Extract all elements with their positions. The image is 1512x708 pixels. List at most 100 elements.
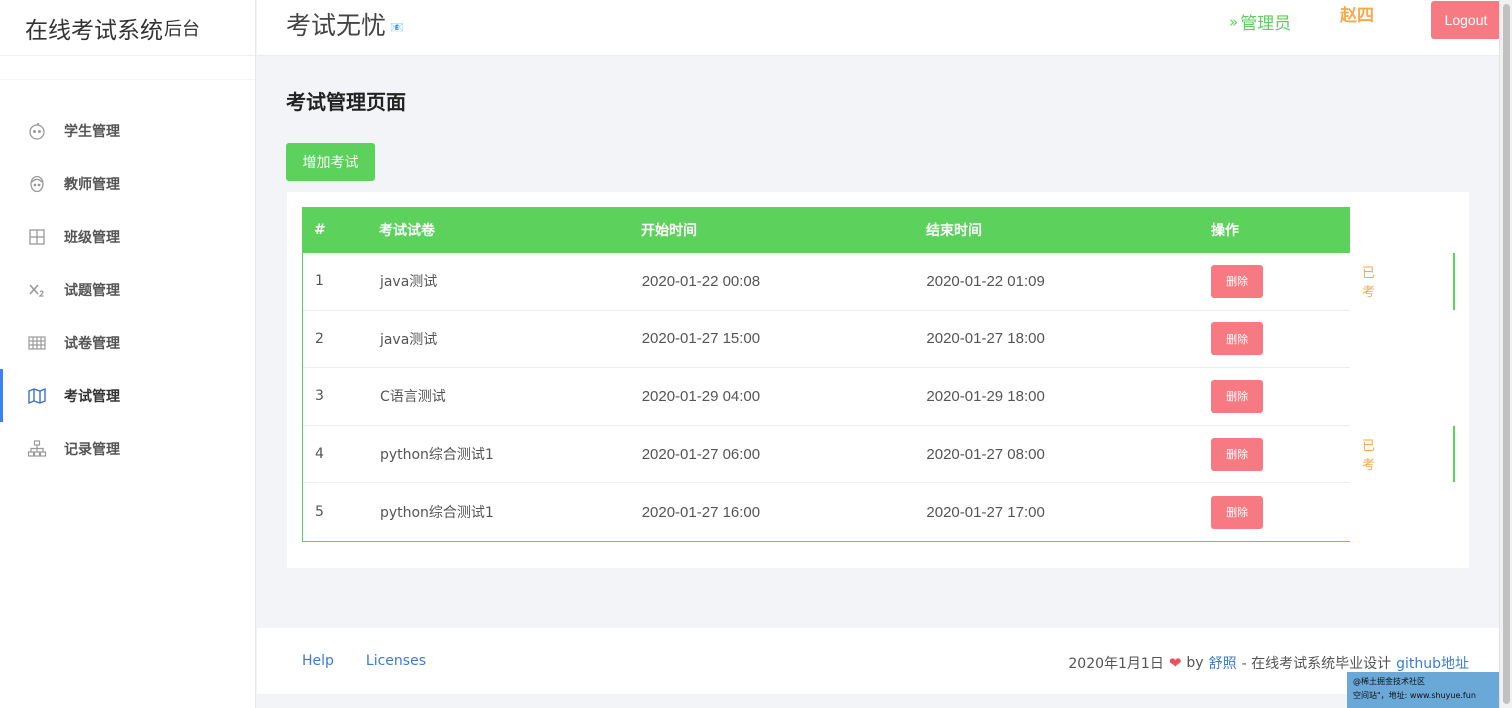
watermark: @稀土掘金技术社区 空间站"，地址: www.shuyue.fun bbox=[1347, 672, 1499, 708]
main-content: 考试管理页面 增加考试 # 考试试卷 开始时间 结束时间 操作 1 java测试… bbox=[257, 56, 1499, 708]
github-link[interactable]: github地址 bbox=[1396, 653, 1469, 673]
cell-actions: 删除 bbox=[1211, 264, 1350, 298]
footer-date: 2020年1月1日 bbox=[1068, 656, 1164, 672]
watermark-line1: @稀土掘金技术社区 bbox=[1353, 677, 1425, 686]
table-row: 4 python综合测试1 2020-01-27 06:00 2020-01-2… bbox=[303, 425, 1455, 484]
face-icon bbox=[26, 173, 48, 195]
header-end: 结束时间 bbox=[926, 223, 982, 239]
cell-paper: python综合测试1 bbox=[379, 447, 494, 464]
sidebar: 在线考试系统 后台 学生管理 教师管理 班级管理 试题管理 试卷管理 考试管理 … bbox=[0, 0, 256, 708]
cell-actions: 删除 bbox=[1211, 437, 1350, 471]
cell-end: 2020-01-27 08:00 bbox=[926, 445, 1045, 463]
map-icon bbox=[26, 385, 48, 407]
cell-paper: C语言测试 bbox=[379, 389, 446, 406]
role-icon: » bbox=[1229, 12, 1239, 31]
scrollbar[interactable] bbox=[1499, 0, 1512, 708]
cell-end: 2020-01-29 18:00 bbox=[926, 387, 1045, 405]
grid-icon bbox=[26, 226, 48, 248]
site-title[interactable]: 考试无忧 📧 bbox=[286, 6, 404, 42]
cell-actions: 删除 bbox=[1211, 495, 1350, 529]
cell-end: 2020-01-27 18:00 bbox=[926, 330, 1045, 348]
footer-links: Help Licenses bbox=[302, 653, 426, 669]
watermark-line2: 空间站"，地址: www.shuyue.fun bbox=[1353, 691, 1476, 700]
table-row: 2 java测试 2020-01-27 15:00 2020-01-27 18:… bbox=[303, 311, 1350, 369]
author-link[interactable]: 舒照 bbox=[1209, 653, 1237, 673]
sidebar-item-exams[interactable]: 考试管理 bbox=[0, 369, 255, 422]
scrollbar-thumb[interactable] bbox=[1503, 4, 1510, 704]
delete-button[interactable]: 删除 bbox=[1211, 379, 1264, 413]
add-exam-button[interactable]: 增加考试 bbox=[286, 143, 375, 181]
cell-paper: java测试 bbox=[379, 274, 438, 291]
sidebar-item-label: 记录管理 bbox=[64, 441, 120, 458]
role-label[interactable]: » 管理员 bbox=[1229, 9, 1292, 35]
sidebar-item-records[interactable]: 记录管理 bbox=[0, 422, 255, 475]
status-badge: 已考 bbox=[1362, 266, 1376, 301]
sidebar-item-teachers[interactable]: 教师管理 bbox=[0, 157, 255, 210]
username: 赵四 bbox=[1340, 6, 1374, 26]
site-title-text: 考试无忧 bbox=[286, 11, 387, 40]
top-header: 考试无忧 📧 » 管理员 赵四 Logout bbox=[257, 0, 1512, 56]
sidebar-item-label: 教师管理 bbox=[64, 176, 120, 193]
licenses-link[interactable]: Licenses bbox=[366, 653, 426, 669]
sidebar-item-papers[interactable]: 试卷管理 bbox=[0, 316, 255, 369]
brand-title: 在线考试系统 bbox=[25, 17, 163, 44]
sidebar-item-label: 学生管理 bbox=[64, 123, 120, 140]
delete-button[interactable]: 删除 bbox=[1211, 495, 1264, 529]
sidebar-item-questions[interactable]: 试题管理 bbox=[0, 263, 255, 316]
table-row: 3 C语言测试 2020-01-29 04:00 2020-01-29 18:0… bbox=[303, 368, 1350, 426]
cell-start: 2020-01-27 15:00 bbox=[641, 330, 761, 348]
exam-table-card: # 考试试卷 开始时间 结束时间 操作 1 java测试 2020-01-22 … bbox=[287, 192, 1469, 568]
subscript-icon bbox=[26, 279, 48, 301]
cell-actions: 删除 bbox=[1211, 379, 1350, 413]
cell-start: 2020-01-22 00:08 bbox=[641, 272, 761, 290]
footer: Help Licenses 2020年1月1日 ❤ by 舒照 - 在线考试系统… bbox=[257, 628, 1499, 694]
table-row: 5 python综合测试1 2020-01-27 16:00 2020-01-2… bbox=[303, 483, 1350, 541]
cell-paper: python综合测试1 bbox=[379, 505, 494, 522]
brand-subtitle: 后台 bbox=[164, 18, 200, 40]
table-row: 1 java测试 2020-01-22 00:08 2020-01-22 01:… bbox=[303, 253, 1455, 311]
table-header: # 考试试卷 开始时间 结束时间 操作 bbox=[302, 207, 1350, 253]
heart-icon: ❤ bbox=[1168, 654, 1182, 672]
cell-end: 2020-01-27 17:00 bbox=[926, 503, 1045, 521]
header-actions: 操作 bbox=[1211, 223, 1239, 239]
delete-button[interactable]: 删除 bbox=[1211, 437, 1264, 471]
page-title: 考试管理页面 bbox=[286, 90, 406, 114]
sidebar-item-label: 班级管理 bbox=[64, 229, 120, 246]
cell-num: 3 bbox=[315, 388, 324, 405]
help-link[interactable]: Help bbox=[302, 653, 334, 669]
brand: 在线考试系统 后台 bbox=[0, 0, 255, 56]
cell-start: 2020-01-27 16:00 bbox=[641, 503, 761, 521]
mail-icon: 📧 bbox=[390, 20, 404, 34]
footer-credit: 2020年1月1日 ❤ by 舒照 - 在线考试系统毕业设计 github地址 bbox=[1068, 653, 1469, 673]
cell-paper: java测试 bbox=[379, 331, 438, 348]
delete-button[interactable]: 删除 bbox=[1211, 322, 1264, 356]
sidebar-item-students[interactable]: 学生管理 bbox=[0, 104, 255, 157]
sidebar-menu: 学生管理 教师管理 班级管理 试题管理 试卷管理 考试管理 记录管理 bbox=[0, 104, 255, 475]
header-start: 开始时间 bbox=[641, 223, 697, 239]
sidebar-item-label: 试卷管理 bbox=[64, 335, 120, 352]
sidebar-item-label: 试题管理 bbox=[64, 282, 120, 299]
sidebar-item-label: 考试管理 bbox=[64, 388, 120, 405]
cell-end: 2020-01-22 01:09 bbox=[926, 272, 1045, 290]
cell-num: 4 bbox=[315, 446, 324, 463]
sitemap-icon bbox=[26, 438, 48, 460]
logout-button[interactable]: Logout bbox=[1431, 1, 1501, 39]
header-num: # bbox=[314, 222, 326, 238]
cell-actions: 删除 bbox=[1211, 322, 1350, 356]
cell-start: 2020-01-27 06:00 bbox=[641, 445, 761, 463]
role-text: 管理员 bbox=[1240, 14, 1292, 34]
delete-button[interactable]: 删除 bbox=[1211, 264, 1264, 298]
table-icon bbox=[26, 332, 48, 354]
baby-face-icon bbox=[26, 120, 48, 142]
sidebar-divider bbox=[0, 56, 255, 80]
exam-table: # 考试试卷 开始时间 结束时间 操作 1 java测试 2020-01-22 … bbox=[302, 207, 1455, 542]
cell-num: 5 bbox=[315, 504, 324, 521]
cell-num: 2 bbox=[315, 330, 324, 347]
footer-by: by bbox=[1186, 655, 1204, 671]
cell-num: 1 bbox=[315, 273, 324, 290]
status-badge: 已考 bbox=[1362, 439, 1376, 474]
cell-start: 2020-01-29 04:00 bbox=[641, 387, 761, 405]
header-paper: 考试试卷 bbox=[379, 223, 435, 239]
sidebar-item-classes[interactable]: 班级管理 bbox=[0, 210, 255, 263]
footer-desc: - 在线考试系统毕业设计 bbox=[1241, 656, 1392, 672]
